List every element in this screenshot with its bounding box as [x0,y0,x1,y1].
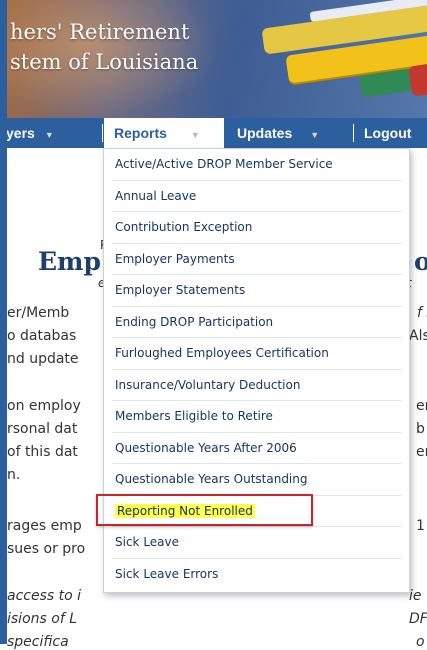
chevron-down-icon: ▼ [310,130,320,140]
body-text-line: on employ [7,398,81,414]
body-text-line: o databas [7,328,77,344]
menu-item-sick-leave-errors[interactable]: Sick Leave Errors [112,559,402,591]
body-text-line: o [416,634,425,650]
nav-employers-label: yers [6,125,35,141]
chevron-down-icon: ▼ [190,130,200,140]
page-heading: Emp [38,247,101,276]
body-text-line: er/Memb [7,305,70,321]
menu-item-ending-drop-participation[interactable]: Ending DROP Participation [112,307,402,338]
nav-logout[interactable]: Logout [364,118,411,148]
nav-reports-label: Reports [114,125,167,141]
body-text-line: Als [409,328,427,344]
body-text-line: ie [409,588,422,604]
menu-item-active-drop-member-service[interactable]: Active/Active DROP Member Service [112,149,402,181]
body-text-line: rages emp [7,518,82,534]
site-title-line1: hers' Retirement [10,20,190,44]
menu-item-furloughed-employees-certification[interactable]: Furloughed Employees Certification [112,338,402,370]
menu-item-members-eligible-to-retire[interactable]: Members Eligible to Retire [112,401,402,433]
nav-employers[interactable]: yers ▼ [6,118,54,148]
page-frame-border [0,0,7,644]
nav-reports[interactable]: Reports ▼ [104,118,224,148]
site-title-line2: stem of Louisiana [10,50,199,74]
body-text-line: er [416,444,427,460]
menu-item-questionable-years-outstanding[interactable]: Questionable Years Outstanding [112,464,402,496]
chevron-down-icon: ▼ [44,130,54,140]
menu-item-sick-leave[interactable]: Sick Leave [112,527,402,559]
body-text-line: n. [7,467,21,483]
banner-folders-image [242,0,427,118]
menu-item-questionable-years-after-2006[interactable]: Questionable Years After 2006 [112,433,402,464]
header-banner: hers' Retirement stem of Louisiana [0,0,427,118]
body-text-line: isions of L [7,611,77,627]
body-text-line: access to i [7,588,82,604]
nav-divider [102,124,103,142]
menu-item-contribution-exception[interactable]: Contribution Exception [112,212,402,244]
menu-item-insurance-voluntary-deduction[interactable]: Insurance/Voluntary Deduction [112,370,402,401]
body-text-line: rsonal dat [7,421,78,437]
body-text-line: DF [409,611,427,627]
body-text-line: em [416,398,427,414]
reports-dropdown-menu: Active/Active DROP Member Service Annual… [103,148,410,593]
page-heading-end: o [414,247,427,276]
nav-updates[interactable]: Updates ▼ [237,118,319,148]
nav-updates-label: Updates [237,125,293,141]
body-text-line: nd update [7,351,79,367]
nav-divider [353,124,354,142]
body-text-line: sues or pro [7,541,86,557]
body-text-line: specifica [7,634,69,650]
menu-item-annual-leave[interactable]: Annual Leave [112,181,402,212]
body-text-line: b [416,421,425,437]
highlight-callout-box [96,494,313,526]
body-text-line: of this dat [7,444,78,460]
main-nav: yers ▼ Reports ▼ Updates ▼ Logout [0,118,427,148]
body-text-line: 1 [416,518,425,534]
menu-item-employer-statements[interactable]: Employer Statements [112,275,402,307]
menu-item-employer-payments[interactable]: Employer Payments [112,244,402,275]
body-text-line: f s [417,305,427,321]
